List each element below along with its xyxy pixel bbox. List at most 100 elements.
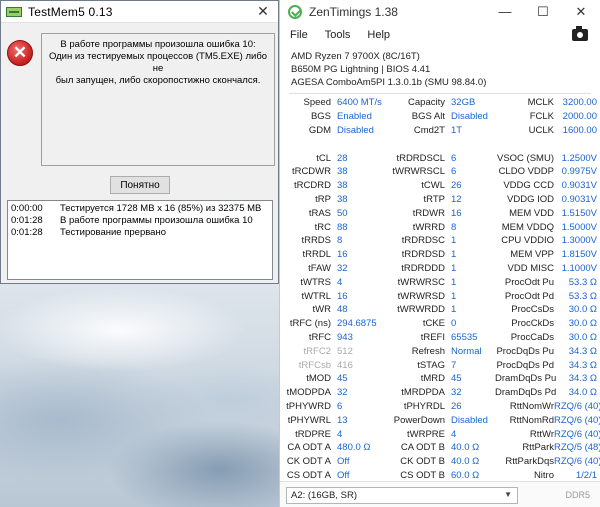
test-log[interactable]: 0:00:00 Тестируется 1728 MB x 16 (85%) и… (7, 200, 273, 280)
timings-row: tRC 88 tWRRD 8 MEM VDDQ 1.5000V (285, 220, 597, 234)
voltage-label: Nitro (533, 469, 554, 481)
timing-value: Disabled (451, 414, 488, 426)
voltage-value: 0.9975V (561, 166, 597, 178)
log-time: 0:01:28 (11, 227, 43, 238)
timing-value: 480.0 Ω (337, 442, 371, 454)
log-entry: 0:01:28 В работе программы произошла оши… (11, 215, 269, 227)
menu-file[interactable]: File (290, 29, 308, 41)
close-icon[interactable]: ✕ (562, 4, 600, 20)
log-text: Тестируется 1728 MB x 16 (85%) из 32375 … (60, 203, 262, 214)
timing-value: 6400 MT/s (337, 97, 382, 109)
timing-label: GDM (308, 124, 331, 136)
zentimings-titlebar[interactable]: ZenTimings 1.38 — ☐ ✕ (280, 0, 600, 24)
timing-value: 38 (337, 193, 348, 205)
timing-label: tRDRDSD (401, 249, 445, 261)
timing-label: tRC (314, 221, 331, 233)
error-message-line: В работе программы произошла ошибка 10: (60, 39, 256, 50)
menu-help[interactable]: Help (367, 29, 390, 41)
timing-value: 4 (337, 276, 343, 288)
camera-icon[interactable] (572, 26, 588, 41)
timings-row: tFAW 32 tRDRDDD 1 VDD MISC 1.1000V (285, 262, 597, 276)
timing-value: 1 (451, 290, 457, 302)
timing-label: tRAS (308, 207, 331, 219)
timing-value: 1T (451, 124, 463, 136)
timings-grid: Speed 6400 MT/s Capacity 32GB MCLK 3200.00 BGS… (285, 96, 600, 482)
timing-value: 4 (337, 428, 343, 440)
error-message-panel: В работе программы произошла ошибка 10: … (41, 33, 275, 166)
timing-label: tRFC2 (303, 345, 331, 357)
timing-value: 1 (451, 235, 457, 247)
timings-row: tWTRL 16 tWRWRSD 1 ProcOdt Pd 53.3 Ω (285, 289, 597, 303)
voltage-value: RZQ/6 (40) (554, 456, 600, 468)
timing-label: tWRWRDD (397, 304, 445, 316)
timing-label: Speed (303, 97, 331, 109)
timing-label: tFAW (308, 262, 331, 274)
module-select-value: A2: (16GB, SR) (291, 490, 357, 501)
timing-label: tWRWRSC (397, 276, 445, 288)
log-time: 0:00:00 (11, 203, 43, 214)
timing-value: 40.0 Ω (451, 456, 480, 468)
voltage-label: DramDqDs Pd (495, 387, 557, 399)
menu-tools[interactable]: Tools (325, 29, 351, 41)
voltage-label: ProcDqDs Pd (496, 359, 554, 371)
timing-value: 16 (451, 207, 462, 219)
voltage-label: MEM VPP (510, 249, 554, 261)
timing-label: tCKE (422, 318, 445, 330)
timings-row: BGS Enabled BGS Alt Disabled FCLK 2000.00 (285, 110, 597, 124)
timing-label: tWR (312, 304, 331, 316)
timing-label: CA ODT A (287, 442, 331, 454)
timing-value: 1 (451, 276, 457, 288)
timings-row: tRDPRE 4 tWRPRE 4 RttWr RZQ/6 (40) (285, 427, 600, 441)
timing-value: 45 (451, 373, 462, 385)
timing-value: 38 (337, 180, 348, 192)
voltage-value: 30.0 Ω (568, 304, 597, 316)
log-text: Тестирование прервано (60, 227, 166, 238)
timing-value: 88 (337, 221, 348, 233)
voltage-value: 1.1000V (561, 262, 597, 274)
ok-button[interactable]: Понятно (110, 176, 170, 194)
timing-value: 6 (451, 152, 457, 164)
timings-row: Speed 6400 MT/s Capacity 32GB MCLK 3200.00 (285, 96, 597, 110)
minimize-icon[interactable]: — (486, 4, 524, 20)
voltage-label: VDDG IOD (507, 193, 554, 205)
timing-label: tRDRDDD (401, 262, 445, 274)
timing-value: 8 (451, 221, 457, 233)
status-bar: A2: (16GB, SR) ▼ DDR5 (280, 481, 600, 507)
timing-label: tRDRDSC (401, 235, 445, 247)
testmem-titlebar[interactable]: TestMem5 0.13 ✕ (1, 1, 278, 23)
testmem-window: TestMem5 0.13 ✕ ✕ В работе программы про… (0, 0, 279, 284)
timing-value: 26 (451, 180, 462, 192)
maximize-icon[interactable]: ☐ (524, 4, 562, 20)
timing-label: CS ODT A (286, 469, 331, 481)
voltage-label: RttNomRd (509, 414, 554, 426)
timings-row: tRCDWR 38 tWRWRSCL 6 CLDO VDDP 0.9975V (285, 165, 597, 179)
timing-value: 32 (337, 387, 348, 399)
voltage-label: ProcCaDs (510, 331, 554, 343)
timing-label: tMOD (306, 373, 331, 385)
timing-label: CA ODT B (400, 442, 445, 454)
timings-row: tPHYWRL 13 PowerDown Disabled RttNomRd RZQ/6 … (285, 413, 600, 427)
timing-label: CS ODT B (400, 469, 445, 481)
timing-value: 48 (337, 304, 348, 316)
voltage-label: ProcCkDs (511, 318, 554, 330)
divider (289, 93, 591, 94)
close-icon[interactable]: ✕ (248, 1, 278, 23)
voltage-value: 1600.00 (562, 124, 597, 136)
timings-row: CA ODT A 480.0 Ω CA ODT B 40.0 Ω RttPark RZQ/… (285, 441, 600, 455)
agesa-version: AGESA ComboAm5PI 1.3.0.1b (SMU 98.84.0) (291, 77, 487, 88)
timing-value: 16 (337, 249, 348, 261)
voltage-value: 1.8150V (561, 249, 597, 261)
voltage-label: VSOC (SMU) (497, 152, 554, 164)
voltage-value: 0.9031V (561, 180, 597, 192)
voltage-value: 2000.00 (562, 111, 597, 123)
module-select[interactable]: A2: (16GB, SR) ▼ (286, 487, 518, 504)
timing-label: tRCDRD (294, 180, 331, 192)
timing-value: Disabled (451, 111, 488, 123)
timing-value: Off (337, 456, 350, 468)
zentimings-window: ZenTimings 1.38 — ☐ ✕ File Tools Help AM… (279, 0, 600, 507)
timing-value: 32 (451, 387, 462, 399)
timing-value: 16 (337, 290, 348, 302)
voltage-label: MEM VDD (509, 207, 554, 219)
timing-value: 65535 (451, 331, 478, 343)
motherboard-bios: B650M PG Lightning | BIOS 4.41 (291, 64, 431, 75)
